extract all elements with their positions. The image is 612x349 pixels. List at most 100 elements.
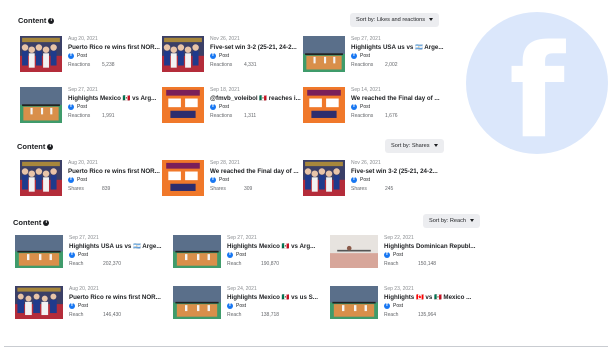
post-title[interactable]: Highlights 🇨🇦 vs 🇲🇽 Mexico ... xyxy=(384,293,484,302)
metric-label: Reactions xyxy=(210,113,233,119)
sort-dropdown-likes[interactable]: Sort by: Likes and reactions xyxy=(350,13,440,27)
post-thumbnail[interactable] xyxy=(173,286,221,319)
post-thumbnail[interactable] xyxy=(20,160,62,196)
post-title[interactable]: Highlights USA us vs 🇦🇷 Arge... xyxy=(351,43,449,52)
post-type-label: Post xyxy=(360,177,371,183)
post-thumbnail[interactable] xyxy=(330,286,378,319)
post-title[interactable]: We reached the Final day of ... xyxy=(210,167,308,176)
post-thumbnail[interactable] xyxy=(173,235,221,268)
metric-label: Reactions xyxy=(351,113,374,119)
post-metric: Reactions 2,002 xyxy=(351,61,449,69)
post-card[interactable]: Sep 22, 2021 Highlights Dominican Republ.… xyxy=(330,235,480,279)
post-card[interactable]: Sep 18, 2021 @fmvb_voleibol 🇲🇽 reaches i.… xyxy=(162,87,302,131)
post-type-label: Post xyxy=(360,104,371,110)
metric-value: 150,148 xyxy=(418,261,437,267)
post-thumbnail[interactable] xyxy=(15,235,63,268)
post-card[interactable]: Sep 14, 2021 We reached the Final day of … xyxy=(303,87,443,131)
post-type: f Post xyxy=(210,176,308,185)
post-metric: Shares 309 xyxy=(210,185,308,193)
post-title[interactable]: Highlights Mexico 🇲🇽 vs Arg... xyxy=(227,242,327,251)
post-title[interactable]: Puerto Rico re wins first NOR... xyxy=(68,167,166,176)
section-title-reach: Content i xyxy=(13,218,50,227)
post-thumbnail[interactable] xyxy=(162,36,204,72)
post-card[interactable]: Aug 20, 2021 Puerto Rico re wins first NO… xyxy=(20,160,160,204)
post-title[interactable]: Highlights USA us vs 🇦🇷 Arge... xyxy=(69,242,169,251)
post-type: f Post xyxy=(227,251,327,260)
post-metric: Shares 245 xyxy=(351,185,449,193)
facebook-icon: f xyxy=(351,52,357,59)
post-type: f Post xyxy=(384,302,484,311)
post-title[interactable]: Highlights Mexico 🇲🇽 vs Arg... xyxy=(68,94,166,103)
post-thumbnail[interactable] xyxy=(303,87,345,123)
post-card[interactable]: Sep 24, 2021 Highlights Mexico 🇲🇽 vs us S… xyxy=(173,286,323,330)
post-meta: Sep 27, 2021 Highlights Mexico 🇲🇽 vs Arg.… xyxy=(227,235,327,268)
post-meta: Sep 22, 2021 Highlights Dominican Republ.… xyxy=(384,235,484,268)
post-date: Aug 20, 2021 xyxy=(69,286,99,292)
post-card[interactable]: Sep 27, 2021 Highlights Mexico 🇲🇽 vs Arg.… xyxy=(20,87,160,131)
post-type: f Post xyxy=(68,52,166,61)
info-icon[interactable]: i xyxy=(43,220,50,227)
content-performance-report: f Content i Sort by: Likes and reactions … xyxy=(0,0,612,349)
facebook-icon: f xyxy=(384,251,390,258)
divider xyxy=(4,346,608,347)
post-card[interactable]: Nov 26, 2021 Five-set win 3-2 (25-21, 24-… xyxy=(162,36,302,80)
post-title[interactable]: Puerto Rico re wins first NOR... xyxy=(68,43,166,52)
post-title[interactable]: Five-set win 3-2 (25-21, 24-2... xyxy=(210,43,308,52)
post-type: f Post xyxy=(69,251,169,260)
post-thumbnail[interactable] xyxy=(20,36,62,72)
post-type: f Post xyxy=(69,302,169,311)
metric-value: 146,430 xyxy=(103,312,122,318)
post-type: f Post xyxy=(210,103,308,112)
post-card[interactable]: Sep 27, 2021 Highlights USA us vs 🇦🇷 Arge… xyxy=(15,235,165,279)
facebook-icon: f xyxy=(68,176,74,183)
post-card[interactable]: Sep 27, 2021 Highlights Mexico 🇲🇽 vs Arg.… xyxy=(173,235,323,279)
post-thumbnail[interactable] xyxy=(303,160,345,196)
metric-label: Shares xyxy=(68,186,84,192)
post-title[interactable]: We reached the Final day of ... xyxy=(351,94,449,103)
post-date: Sep 27, 2021 xyxy=(351,36,381,42)
post-card[interactable]: Nov 26, 2021 Five-set win 3-2 (25-21, 24-… xyxy=(303,160,443,204)
post-thumbnail[interactable] xyxy=(162,160,204,196)
post-card[interactable]: Aug 20, 2021 Puerto Rico re wins first NO… xyxy=(15,286,165,330)
post-title[interactable]: Five-set win 3-2 (25-21, 24-2... xyxy=(351,167,449,176)
metric-value: 4,331 xyxy=(244,62,257,68)
facebook-logo-watermark: f xyxy=(466,12,608,154)
post-thumbnail[interactable] xyxy=(15,286,63,319)
post-thumbnail[interactable] xyxy=(20,87,62,123)
metric-value: 5,238 xyxy=(102,62,115,68)
facebook-icon: f xyxy=(68,52,74,59)
metric-value: 309 xyxy=(244,186,253,192)
post-type: f Post xyxy=(210,52,308,61)
post-thumbnail[interactable] xyxy=(330,235,378,268)
sort-dropdown-reach[interactable]: Sort by: Reach xyxy=(423,214,480,228)
post-card[interactable]: Sep 27, 2021 Highlights USA us vs 🇦🇷 Arge… xyxy=(303,36,444,80)
post-title[interactable]: Highlights Dominican Republ... xyxy=(384,242,484,251)
facebook-icon: f xyxy=(351,176,357,183)
post-thumbnail[interactable] xyxy=(303,36,345,72)
post-metric: Reactions 1,311 xyxy=(210,112,308,120)
post-type-label: Post xyxy=(219,53,230,59)
post-title[interactable]: @fmvb_voleibol 🇲🇽 reaches i... xyxy=(210,94,308,103)
post-metric: Reach 202,370 xyxy=(69,260,169,268)
metric-value: 1,991 xyxy=(102,113,115,119)
post-meta: Sep 14, 2021 We reached the Final day of … xyxy=(351,87,449,120)
info-icon[interactable]: i xyxy=(47,144,54,151)
post-date: Nov 26, 2021 xyxy=(351,160,381,166)
info-icon[interactable]: i xyxy=(48,18,55,25)
post-thumbnail[interactable] xyxy=(162,87,204,123)
post-card[interactable]: Sep 28, 2021 We reached the Final day of … xyxy=(162,160,302,204)
post-meta: Sep 27, 2021 Highlights USA us vs 🇦🇷 Arge… xyxy=(351,36,449,69)
metric-value: 839 xyxy=(102,186,111,192)
post-title[interactable]: Highlights Mexico 🇲🇽 vs us S... xyxy=(227,293,327,302)
post-title[interactable]: Puerto Rico re wins first NOR... xyxy=(69,293,169,302)
post-meta: Nov 26, 2021 Five-set win 3-2 (25-21, 24-… xyxy=(351,160,449,193)
facebook-icon: f xyxy=(210,103,216,110)
post-meta: Aug 20, 2021 Puerto Rico re wins first NO… xyxy=(68,160,166,193)
post-card[interactable]: Sep 23, 2021 Highlights 🇨🇦 vs 🇲🇽 Mexico .… xyxy=(330,286,480,330)
post-type-label: Post xyxy=(393,303,404,309)
metric-label: Reactions xyxy=(210,62,233,68)
sort-dropdown-shares[interactable]: Sort by: Shares xyxy=(385,139,444,153)
metric-label: Shares xyxy=(210,186,226,192)
post-meta: Sep 24, 2021 Highlights Mexico 🇲🇽 vs us S… xyxy=(227,286,327,319)
post-card[interactable]: Aug 20, 2021 Puerto Rico re wins first NO… xyxy=(20,36,160,80)
